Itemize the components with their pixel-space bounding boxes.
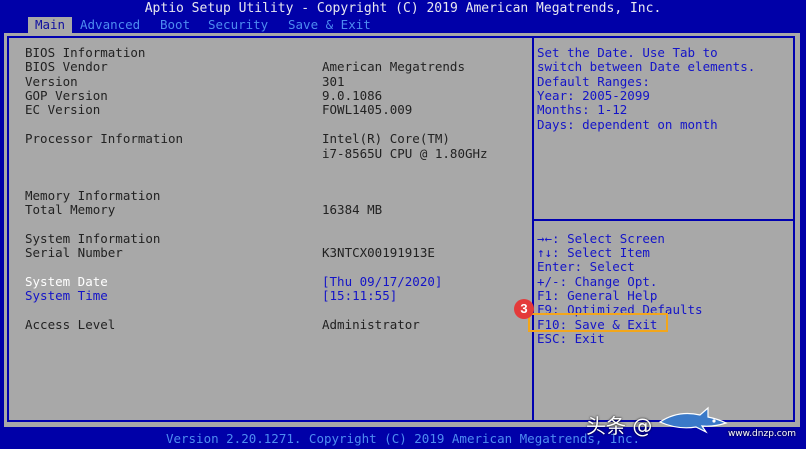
system-time-field[interactable]: [15:11:55] (322, 289, 397, 303)
tab-save-exit[interactable]: Save & Exit (288, 17, 371, 33)
key-hint-select-screen: →←: Select Screen (537, 231, 665, 246)
help-text-line: Year: 2005-2099 (537, 88, 650, 103)
save-exit-highlight-box (528, 313, 668, 332)
watermark-site: www.dnzp.com (727, 429, 796, 439)
bios-info-heading: BIOS Information (25, 45, 146, 60)
system-date-field[interactable]: [Thu 09/17/2020] (322, 275, 442, 289)
window-title: Aptio Setup Utility - Copyright (C) 2019… (0, 0, 806, 17)
processor-info-label: Processor Information (25, 131, 184, 146)
tab-security[interactable]: Security (208, 17, 268, 33)
help-divider (534, 219, 793, 221)
total-memory-label: Total Memory (25, 202, 116, 217)
tab-boot[interactable]: Boot (160, 17, 190, 33)
vertical-divider (532, 38, 534, 420)
bios-vendor-value: American Megatrends (322, 59, 465, 74)
step-badge: 3 (514, 299, 534, 319)
key-hint-change-opt: +/-: Change Opt. (537, 274, 658, 289)
setup-screen: BIOS Information BIOS Vendor American Me… (4, 33, 800, 427)
access-level-label: Access Level (25, 317, 116, 332)
total-memory-value: 16384 MB (322, 202, 383, 217)
watermark-text: 头条 @ (586, 414, 653, 438)
key-hint-enter: Enter: Select (537, 259, 635, 274)
menu-bar: Main Advanced Boot Security Save & Exit (0, 17, 806, 33)
processor-line2: i7-8565U CPU @ 1.80GHz (322, 146, 488, 161)
serial-number-label: Serial Number (25, 245, 123, 260)
help-text-line: Months: 1-12 (537, 102, 628, 117)
watermark: 头条 @ www.dnzp.com (586, 404, 796, 446)
memory-info-heading: Memory Information (25, 188, 161, 203)
help-text-line: Default Ranges: (537, 74, 650, 89)
key-hint-general-help: F1: General Help (537, 288, 658, 303)
system-date-label[interactable]: System Date (25, 275, 108, 289)
key-hint-esc-exit: ESC: Exit (537, 331, 605, 346)
version-label: Version (25, 74, 78, 89)
tab-advanced[interactable]: Advanced (80, 17, 140, 33)
system-info-heading: System Information (25, 231, 161, 246)
processor-line1: Intel(R) Core(TM) (322, 131, 450, 146)
tab-main[interactable]: Main (28, 17, 72, 33)
bios-vendor-label: BIOS Vendor (25, 59, 108, 74)
version-value: 301 (322, 74, 345, 89)
ec-version-label: EC Version (25, 102, 101, 117)
access-level-value: Administrator (322, 317, 420, 332)
gop-version-value: 9.0.1086 (322, 88, 383, 103)
ec-version-value: FOWL1405.009 (322, 102, 413, 117)
panel-frame (7, 36, 795, 422)
gop-version-label: GOP Version (25, 88, 108, 103)
shark-logo-icon (658, 406, 728, 434)
serial-number-value: K3NTCX00191913E (322, 245, 435, 260)
help-text-line: switch between Date elements. (537, 59, 756, 74)
key-hint-select-item: ↑↓: Select Item (537, 245, 650, 260)
help-text-line: Set the Date. Use Tab to (537, 45, 718, 60)
help-text-line: Days: dependent on month (537, 117, 718, 132)
system-time-label[interactable]: System Time (25, 289, 108, 303)
